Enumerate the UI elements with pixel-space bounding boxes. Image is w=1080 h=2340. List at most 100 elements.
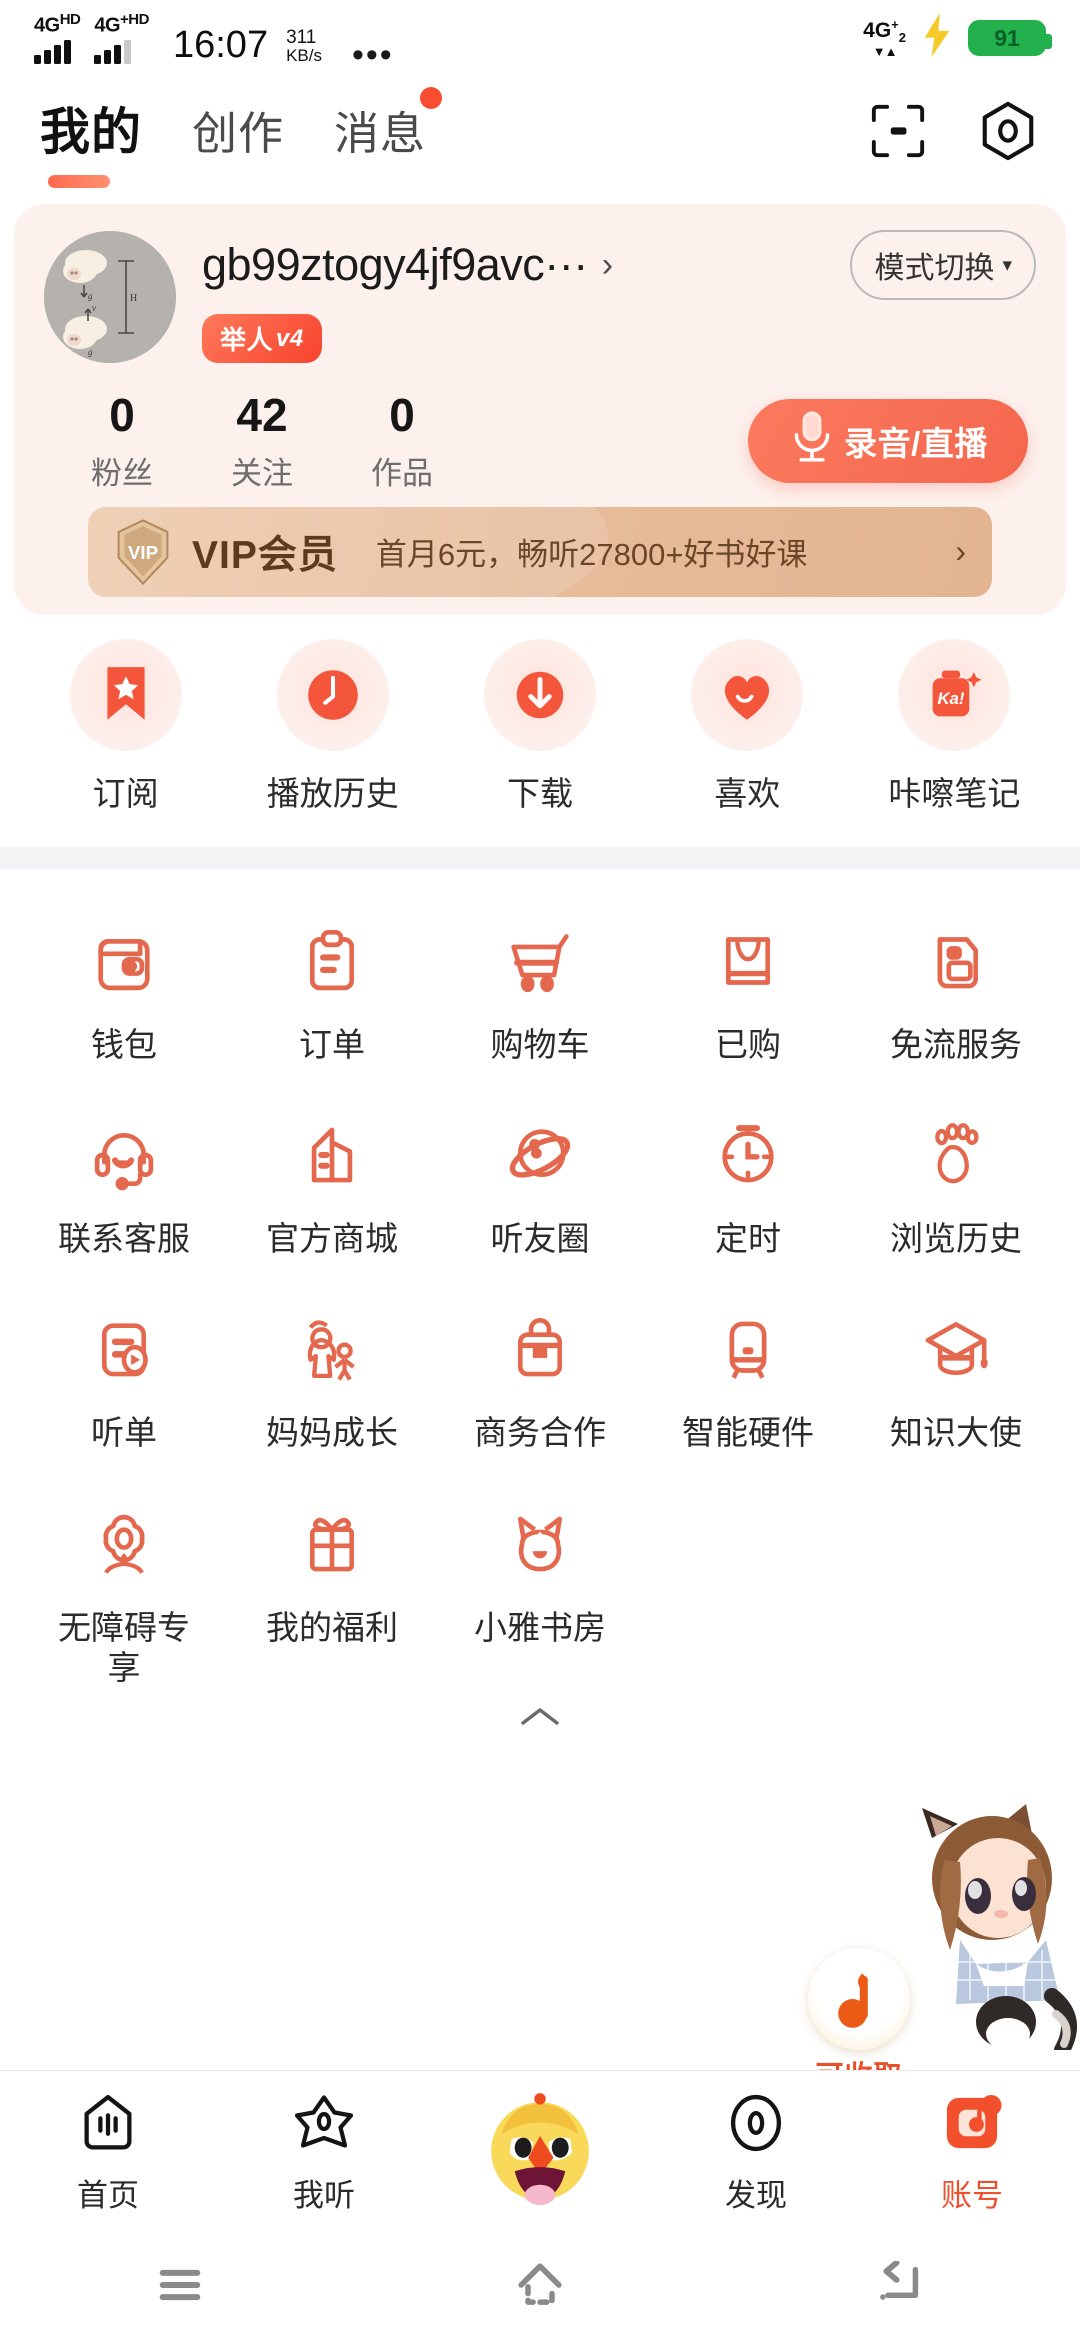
grid-item-empty-1	[644, 1496, 852, 1689]
grid-item-community-label: 听友圈	[490, 1220, 590, 1258]
grid-item-store[interactable]: 官方商城	[228, 1107, 436, 1259]
quick-action-kacha-note-label: 咔嚓笔记	[888, 774, 1021, 812]
briefcase-icon	[492, 1301, 588, 1397]
grid-item-data-free[interactable]: 免流服务	[852, 913, 1060, 1065]
battery-percent: 91	[994, 24, 1020, 51]
cat-bookroom-icon	[492, 1496, 588, 1592]
grid-item-orders-label: 订单	[299, 1025, 365, 1063]
vip-chevron-right-icon: ›	[955, 533, 966, 570]
grid-item-accessibility[interactable]: 无障碍专享	[20, 1496, 228, 1689]
grid-item-wallet[interactable]: 钱包	[20, 913, 228, 1065]
grid-item-xiaoya-bookroom-label: 小雅书房	[474, 1608, 606, 1646]
stat-following-label: 关注	[231, 455, 293, 491]
nav-center-duck[interactable]	[432, 2087, 648, 2215]
vip-banner[interactable]: VIP VIP会员 首月6元，畅听27800+好书好课 ›	[88, 506, 992, 597]
tab-messages[interactable]: 消息	[334, 87, 443, 168]
mode-switch-button[interactable]: 模式切换 ▾	[850, 230, 1036, 300]
section-divider	[0, 846, 1080, 869]
scan-icon[interactable]	[866, 99, 930, 163]
anime-girl-mascot[interactable]	[900, 1800, 1080, 2058]
level-badge-label: 举人	[220, 325, 274, 355]
data-network-sub: 2	[898, 30, 906, 46]
network-speed-value: 311	[286, 26, 317, 48]
record-live-button[interactable]: 录音/直播	[748, 398, 1028, 483]
status-bar-clock: 16:07	[172, 23, 269, 66]
tab-mine[interactable]: 我的	[40, 92, 142, 188]
grid-item-smart-hardware[interactable]: 智能硬件	[644, 1301, 852, 1453]
nav-discover[interactable]: 发现	[648, 2086, 864, 2215]
grid-item-business[interactable]: 商务合作	[436, 1301, 644, 1453]
grid-item-my-benefits-label: 我的福利	[266, 1608, 398, 1646]
grid-item-playlist[interactable]: 听单	[20, 1301, 228, 1453]
avatar[interactable]: g v g H	[44, 230, 176, 363]
recents-button[interactable]	[120, 2245, 240, 2325]
collapse-grid-button[interactable]	[0, 1688, 1080, 1742]
quick-action-subscribe[interactable]: 订阅	[22, 638, 229, 815]
status-bar-left: 4GHD 4G+HD 16:07 311 KB/s •••	[34, 11, 394, 72]
grid-item-mother-growth[interactable]: 妈妈成长	[228, 1301, 436, 1453]
grid-item-knowledge-ambassador[interactable]: 知识大使	[852, 1301, 1060, 1453]
grid-item-support[interactable]: 联系客服	[20, 1107, 228, 1259]
sim1-hd-label: HD	[59, 11, 81, 29]
data-network-indicator: 4G+2 ▼▲	[863, 18, 906, 58]
profile-name-row[interactable]: gb99ztogy4jf9avc··· › 模式切换 ▾	[202, 230, 1036, 300]
grid-item-business-label: 商务合作	[474, 1414, 606, 1452]
phone-screen: 4GHD 4G+HD 16:07 311 KB/s ••• 4G+2 ▼▲ 91…	[0, 0, 1080, 2340]
stat-works[interactable]: 0 作品	[332, 389, 472, 493]
grid-item-my-benefits[interactable]: 我的福利	[228, 1496, 436, 1689]
grid-item-community[interactable]: 听友圈	[436, 1107, 644, 1259]
grid-item-timer[interactable]: 定时	[644, 1107, 852, 1259]
back-button[interactable]	[840, 2245, 960, 2325]
grid-item-browse-history[interactable]: 浏览历史	[852, 1107, 1060, 1259]
svg-text:g: g	[88, 291, 93, 301]
grid-item-xiaoya-bookroom[interactable]: 小雅书房	[436, 1496, 644, 1689]
grid-item-accessibility-label: 无障碍专享	[58, 1608, 190, 1686]
gift-icon	[284, 1496, 380, 1592]
mode-switch-label: 模式切换	[874, 252, 995, 285]
quick-action-likes[interactable]: 喜欢	[644, 638, 851, 815]
level-badge[interactable]: 举人 v4	[202, 314, 322, 363]
grid-item-cart[interactable]: 购物车	[436, 913, 644, 1065]
tab-create-label: 创作	[192, 108, 285, 159]
grid-item-purchased[interactable]: 已购	[644, 913, 852, 1065]
bookmark-star-icon	[69, 638, 182, 751]
nav-listen[interactable]: 我听	[216, 2086, 432, 2215]
grid-item-data-free-label: 免流服务	[890, 1025, 1022, 1063]
profile-stats: 0 粉丝 42 关注 0 作品 录音/直播	[44, 389, 1036, 493]
planet-community-icon	[492, 1107, 588, 1203]
vip-shield-icon: VIP	[114, 519, 172, 585]
heart-icon	[691, 638, 804, 751]
home-icon	[79, 2086, 137, 2160]
stat-following[interactable]: 42 关注	[192, 389, 332, 493]
stat-followers[interactable]: 0 粉丝	[52, 389, 192, 493]
quick-action-kacha-note[interactable]: Ka! 咔嚓笔记	[851, 638, 1058, 815]
quick-action-history[interactable]: 播放历史	[229, 638, 436, 815]
nav-home[interactable]: 首页	[0, 2086, 216, 2215]
grid-item-mother-growth-label: 妈妈成长	[266, 1414, 398, 1452]
tab-messages-label: 消息	[334, 108, 427, 159]
svg-text:g: g	[88, 347, 93, 357]
quick-action-download[interactable]: 下载	[436, 638, 643, 815]
chevron-right-icon: ›	[601, 245, 614, 284]
ka-note-icon: Ka!	[898, 638, 1011, 751]
grid-item-support-label: 联系客服	[58, 1220, 190, 1258]
headset-support-icon	[76, 1107, 172, 1203]
grid-item-empty-2	[852, 1496, 1060, 1689]
svg-text:Ka!: Ka!	[938, 689, 965, 708]
nav-discover-label: 发现	[725, 2178, 787, 2213]
settings-icon[interactable]	[976, 99, 1040, 163]
record-live-label: 录音/直播	[844, 424, 988, 462]
nav-account[interactable]: 账号	[864, 2086, 1080, 2215]
grid-item-orders[interactable]: 订单	[228, 913, 436, 1065]
home-button[interactable]	[480, 2245, 600, 2325]
sim2-network-label: 4G	[94, 14, 121, 37]
microphone-icon	[788, 410, 836, 471]
sim2-hd-label: +HD	[120, 11, 149, 29]
footprint-icon	[908, 1107, 1004, 1203]
tab-create[interactable]: 创作	[192, 97, 284, 168]
svg-text:VIP: VIP	[128, 542, 158, 563]
sim1-network-label: 4G	[34, 14, 60, 37]
tab-active-indicator	[48, 175, 110, 188]
clipboard-order-icon	[284, 913, 380, 1009]
grid-item-playlist-label: 听单	[91, 1414, 157, 1452]
